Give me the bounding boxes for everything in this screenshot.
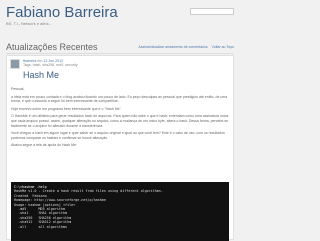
terminal-screenshot: C:\>hashme -help HashMe v1.0 - Create a …: [11, 182, 229, 241]
search-input[interactable]: [190, 8, 234, 15]
paragraph: Você chegou a hash em algum lugar e quer…: [11, 131, 225, 140]
divider: [6, 53, 234, 54]
post-date[interactable]: 13 Jun 2012: [43, 59, 63, 63]
paragraph: O HashMe é um utilitário para gerar resu…: [11, 114, 229, 128]
post-date-prefix: em: [37, 59, 43, 63]
post: fbarreira em 13 Jun 2012 Tags: hash, sha…: [6, 55, 234, 241]
back-to-top-link[interactable]: Voltar ao Topo: [212, 45, 234, 49]
post-author[interactable]: fbarreira: [23, 59, 36, 63]
paragraph: a ideia está em pouco contada e o blog a…: [11, 94, 228, 104]
avatar: [10, 59, 20, 69]
post-body: Pessoal, a ideia está em pouco contada e…: [11, 87, 229, 151]
site-title[interactable]: Fabiano Barreira: [6, 4, 118, 21]
paragraph: Pessoal,: [11, 87, 25, 91]
paragraph: Abaixo segue a tela de ajuda do Hash Me:: [11, 143, 77, 148]
terminal-line: -all all algorithms: [14, 224, 68, 229]
post-meta: fbarreira em 13 Jun 2012 Tags: hash, sha…: [23, 59, 78, 68]
section-title: Atualizações Recentes: [6, 42, 98, 52]
subscribe-comments-link[interactable]: Assinar/atualizar andamento de comentári…: [138, 45, 207, 49]
header-links: Assinar/atualizar andamento de comentári…: [135, 45, 234, 49]
paragraph: Hoje escrevo sobre um programa bem inter…: [11, 106, 122, 111]
site-tagline: BS, T.I., Network e afins...: [6, 21, 52, 26]
post-title[interactable]: Hash Me: [23, 70, 59, 80]
post-tags: Tags: hash, sha256, md5, security: [23, 63, 78, 68]
